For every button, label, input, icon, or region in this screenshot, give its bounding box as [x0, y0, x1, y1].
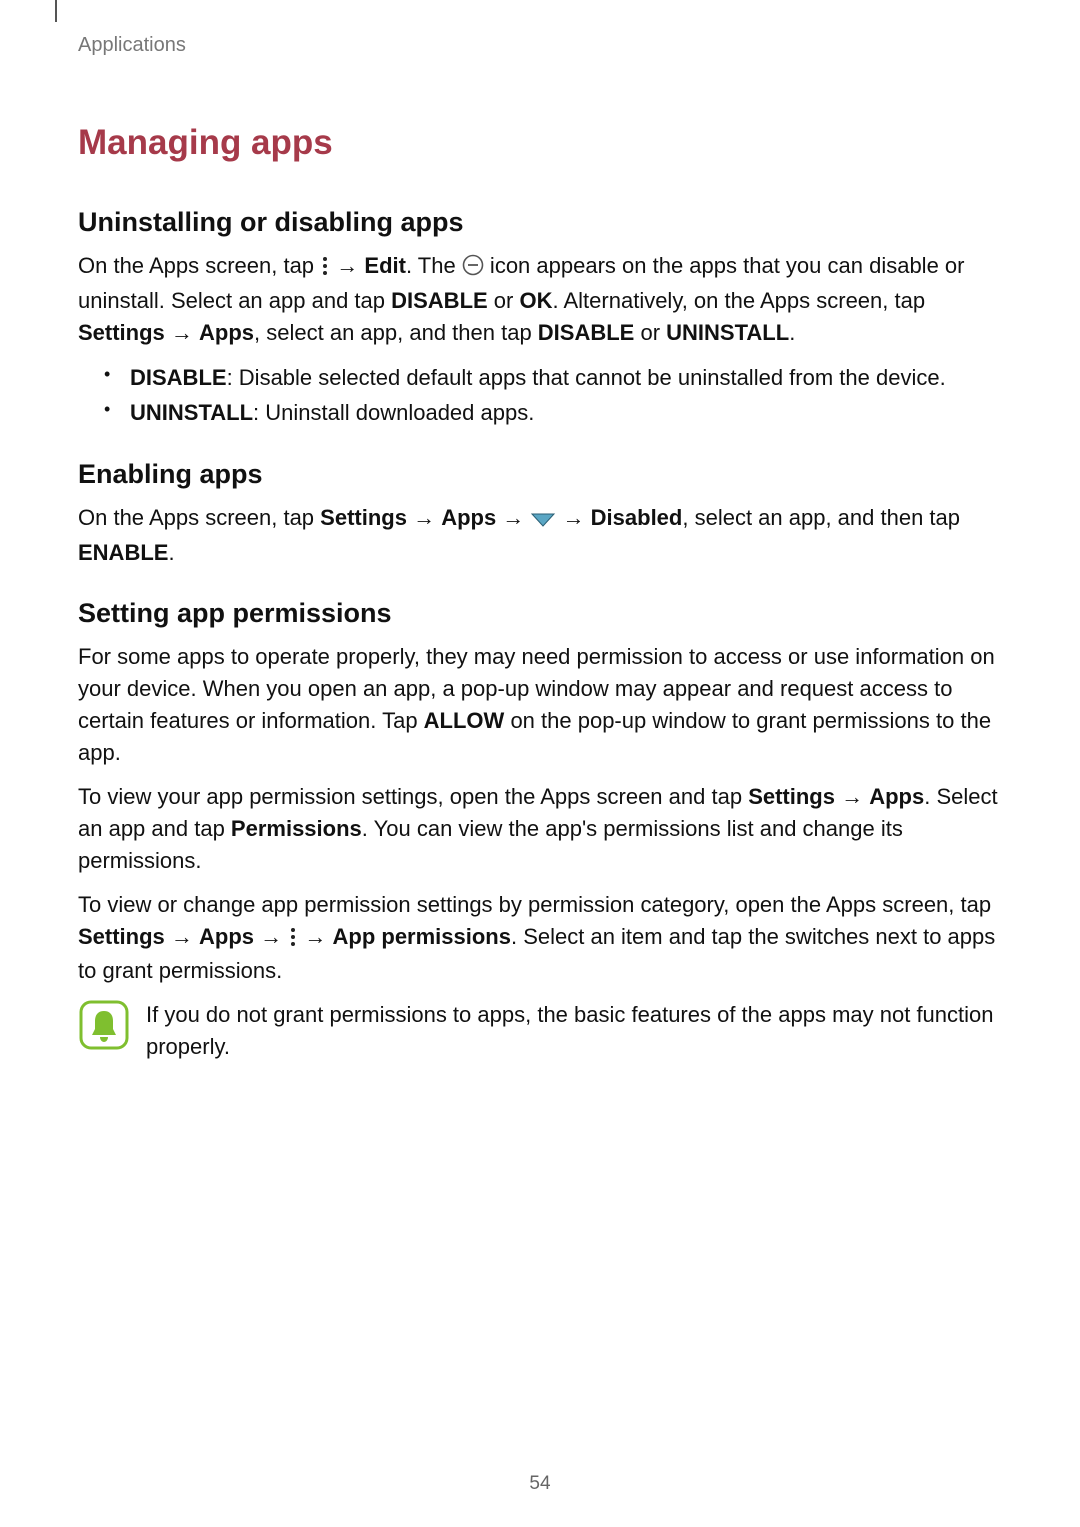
- note-callout: If you do not grant permissions to apps,…: [78, 999, 1002, 1063]
- apps-label: Apps: [199, 924, 254, 949]
- arrow: →: [298, 924, 332, 949]
- text: . Alternatively, on the Apps screen, tap: [552, 288, 925, 313]
- ok-label: OK: [519, 288, 552, 313]
- apps-label: Apps: [199, 320, 254, 345]
- list-item: DISABLE: Disable selected default apps t…: [104, 361, 1002, 394]
- arrow: →: [254, 924, 288, 949]
- more-options-icon: [320, 253, 330, 285]
- disable-label: DISABLE: [538, 320, 635, 345]
- perm-paragraph-1: For some apps to operate properly, they …: [78, 641, 1002, 769]
- settings-label: Settings: [748, 784, 835, 809]
- settings-label: Settings: [78, 924, 165, 949]
- heading-uninstalling: Uninstalling or disabling apps: [78, 207, 1002, 238]
- page-number: 54: [0, 1473, 1080, 1495]
- app-permissions-label: App permissions: [333, 924, 511, 949]
- allow-label: ALLOW: [424, 708, 505, 733]
- text: , select an app, and then tap: [682, 505, 960, 530]
- bullet-text: : Uninstall downloaded apps.: [253, 400, 534, 425]
- page-edge-mark: [55, 0, 57, 22]
- settings-label: Settings: [320, 505, 407, 530]
- text: or: [634, 320, 666, 345]
- uninstall-label: UNINSTALL: [666, 320, 789, 345]
- bullet-term: DISABLE: [130, 365, 227, 390]
- perm-paragraph-3: To view or change app permission setting…: [78, 889, 1002, 988]
- settings-label: Settings: [78, 320, 165, 345]
- perm-paragraph-2: To view your app permission settings, op…: [78, 781, 1002, 877]
- list-item: UNINSTALL: Uninstall downloaded apps.: [104, 396, 1002, 429]
- text: or: [488, 288, 520, 313]
- edit-label: Edit: [364, 253, 406, 278]
- arrow: →: [165, 924, 199, 949]
- apps-label: Apps: [869, 784, 924, 809]
- arrow: →: [835, 784, 869, 809]
- note-bell-icon: [78, 1038, 130, 1055]
- uninstall-paragraph: On the Apps screen, tap → Edit. The icon…: [78, 250, 1002, 349]
- dropdown-triangle-icon: [530, 505, 556, 537]
- disable-badge-icon: [462, 253, 484, 285]
- bullet-text: : Disable selected default apps that can…: [227, 365, 946, 390]
- arrow: →: [407, 505, 441, 530]
- enable-paragraph: On the Apps screen, tap Settings → Apps …: [78, 502, 1002, 569]
- breadcrumb: Applications: [78, 34, 1002, 57]
- text: To view your app permission settings, op…: [78, 784, 748, 809]
- arrow: →: [496, 505, 530, 530]
- more-options-icon: [288, 924, 298, 956]
- permissions-label: Permissions: [231, 816, 362, 841]
- apps-label: Apps: [441, 505, 496, 530]
- text: .: [789, 320, 795, 345]
- arrow: →: [556, 505, 590, 530]
- arrow: →: [330, 253, 364, 278]
- bullet-term: UNINSTALL: [130, 400, 253, 425]
- text: On the Apps screen, tap: [78, 505, 320, 530]
- enable-label: ENABLE: [78, 540, 168, 565]
- disable-label: DISABLE: [391, 288, 488, 313]
- text: On the Apps screen, tap: [78, 253, 320, 278]
- text: , select an app, and then tap: [254, 320, 538, 345]
- note-text: If you do not grant permissions to apps,…: [146, 999, 1002, 1063]
- disabled-label: Disabled: [591, 505, 683, 530]
- heading-permissions: Setting app permissions: [78, 598, 1002, 629]
- text: . The: [406, 253, 462, 278]
- section-title: Managing apps: [78, 123, 1002, 163]
- text: To view or change app permission setting…: [78, 892, 991, 917]
- text: .: [168, 540, 174, 565]
- heading-enabling: Enabling apps: [78, 459, 1002, 490]
- arrow: →: [165, 320, 199, 345]
